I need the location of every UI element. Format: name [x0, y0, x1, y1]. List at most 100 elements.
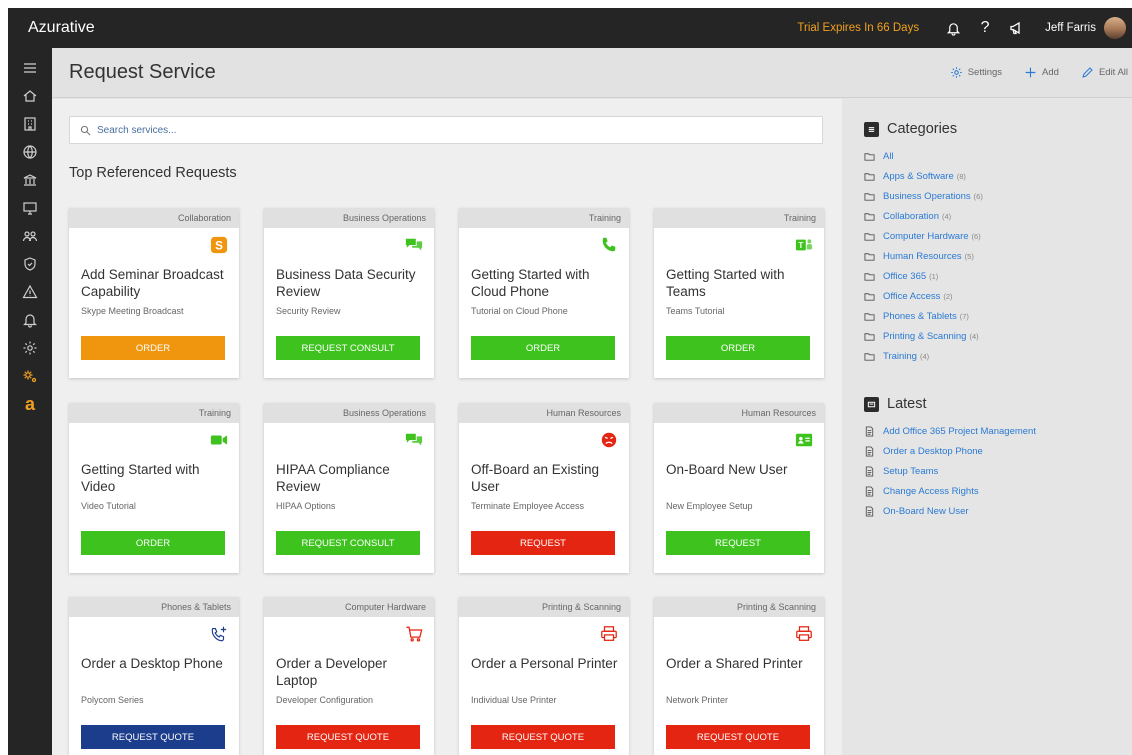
page-header: Request Service Settings Add Edit All — [52, 48, 1132, 98]
latest-list: Add Office 365 Project Management Order a… — [864, 421, 1036, 521]
category-item[interactable]: Human Resources (5) — [864, 246, 983, 266]
card-title[interactable]: Order a Personal Printer — [471, 655, 621, 672]
card-action-button[interactable]: REQUEST QUOTE — [471, 725, 615, 749]
category-count: (5) — [964, 251, 974, 261]
card-subtitle: Skype Meeting Broadcast — [81, 306, 184, 316]
card-action-button[interactable]: REQUEST CONSULT — [276, 336, 420, 360]
notification-bell-icon[interactable] — [8, 306, 52, 334]
monitor-icon[interactable] — [8, 194, 52, 222]
people-icon[interactable] — [8, 222, 52, 250]
left-nav: a — [8, 48, 52, 755]
edit-all-button[interactable]: Edit All — [1081, 66, 1128, 79]
card-title[interactable]: Getting Started with Cloud Phone — [471, 266, 621, 300]
service-card-add-seminar-broadcast-capability[interactable]: Collaboration S Add Seminar Broadcast Ca… — [69, 208, 239, 378]
category-label: Training — [883, 350, 917, 362]
latest-item[interactable]: Change Access Rights — [864, 481, 1036, 501]
help-icon[interactable]: ? — [969, 19, 1001, 37]
card-subtitle: Teams Tutorial — [666, 306, 725, 316]
megaphone-icon[interactable] — [1001, 20, 1033, 36]
card-title[interactable]: HIPAA Compliance Review — [276, 461, 426, 495]
shield-icon[interactable] — [8, 250, 52, 278]
card-action-button[interactable]: REQUEST QUOTE — [666, 725, 810, 749]
category-count: (6) — [973, 191, 983, 201]
category-count: (4) — [919, 351, 930, 361]
menu-icon[interactable] — [8, 54, 52, 82]
card-action-button[interactable]: REQUEST — [666, 531, 810, 555]
latest-item[interactable]: Order a Desktop Phone — [864, 441, 1036, 461]
latest-label: Order a Desktop Phone — [883, 445, 983, 457]
card-title[interactable]: Order a Desktop Phone — [81, 655, 231, 672]
card-action-button[interactable]: ORDER — [81, 336, 225, 360]
latest-item[interactable]: On-Board New User — [864, 501, 1036, 521]
category-item[interactable]: All — [864, 146, 983, 166]
category-item[interactable]: Collaboration (4) — [864, 206, 983, 226]
category-item[interactable]: Business Operations (6) — [864, 186, 983, 206]
warning-icon[interactable] — [8, 278, 52, 306]
service-card-hipaa-compliance-review[interactable]: Business Operations HIPAA Compliance Rev… — [264, 403, 434, 573]
card-title[interactable]: Order a Shared Printer — [666, 655, 816, 672]
category-item[interactable]: Printing & Scanning (4) — [864, 326, 983, 346]
settings-button[interactable]: Settings — [950, 66, 1002, 79]
bank-icon[interactable] — [8, 166, 52, 194]
service-card-business-data-security-review[interactable]: Business Operations Business Data Securi… — [264, 208, 434, 378]
category-label: Office 365 — [883, 270, 927, 282]
category-count: (4) — [969, 331, 979, 341]
card-title[interactable]: Order a Developer Laptop — [276, 655, 426, 689]
gears-icon[interactable] — [8, 362, 52, 390]
search-icon — [80, 125, 91, 135]
category-item[interactable]: Training (4) — [864, 346, 983, 366]
latest-heading: Latest — [864, 396, 1036, 412]
card-title[interactable]: On-Board New User — [666, 461, 816, 478]
card-action-button[interactable]: REQUEST QUOTE — [81, 725, 225, 749]
service-card-order-a-desktop-phone[interactable]: Phones & Tablets Order a Desktop Phone P… — [69, 597, 239, 755]
category-item[interactable]: Apps & Software (8) — [864, 166, 983, 186]
card-title[interactable]: Getting Started with Teams — [666, 266, 816, 300]
search-input[interactable] — [97, 124, 797, 136]
category-item[interactable]: Computer Hardware (6) — [864, 226, 983, 246]
add-button[interactable]: Add — [1024, 66, 1059, 79]
service-card-getting-started-with-video[interactable]: Training Getting Started with Video Vide… — [69, 403, 239, 573]
card-category: Training — [459, 208, 629, 228]
right-panel: Categories All Apps & Software (8) Business… — [842, 99, 1132, 755]
latest-item[interactable]: Add Office 365 Project Management — [864, 421, 1036, 441]
category-item[interactable]: Phones & Tablets (7) — [864, 306, 983, 326]
card-title[interactable]: Getting Started with Video — [81, 461, 231, 495]
service-card-getting-started-with-teams[interactable]: Training T Getting Started with Teams Te… — [654, 208, 824, 378]
card-action-button[interactable]: REQUEST — [471, 531, 615, 555]
service-card-order-a-developer-laptop[interactable]: Computer Hardware Order a Developer Lapt… — [264, 597, 434, 755]
top-bar: Azurative Trial Expires In 66 Days ? Jef… — [8, 8, 1132, 48]
trial-banner[interactable]: Trial Expires In 66 Days — [797, 22, 919, 34]
card-title[interactable]: Off-Board an Existing User — [471, 461, 621, 495]
home-icon[interactable] — [8, 82, 52, 110]
azurative-logo-icon[interactable]: a — [8, 390, 52, 418]
bell-icon[interactable] — [937, 21, 969, 36]
card-title[interactable]: Business Data Security Review — [276, 266, 426, 300]
latest-label: On-Board New User — [883, 505, 969, 517]
card-category: Training — [654, 208, 824, 228]
printer-icon — [599, 624, 619, 644]
latest-item[interactable]: Setup Teams — [864, 461, 1036, 481]
category-item[interactable]: Office 365 (1) — [864, 266, 983, 286]
globe-icon[interactable] — [8, 138, 52, 166]
search-bar[interactable] — [69, 116, 823, 144]
service-card-on-board-new-user[interactable]: Human Resources On-Board New User New Em… — [654, 403, 824, 573]
card-action-button[interactable]: ORDER — [81, 531, 225, 555]
service-card-off-board-an-existing-user[interactable]: Human Resources Off-Board an Existing Us… — [459, 403, 629, 573]
service-card-getting-started-with-cloud-phone[interactable]: Training Getting Started with Cloud Phon… — [459, 208, 629, 378]
card-action-button[interactable]: REQUEST QUOTE — [276, 725, 420, 749]
user-name[interactable]: Jeff Farris — [1045, 22, 1096, 34]
service-card-order-a-personal-printer[interactable]: Printing & Scanning Order a Personal Pri… — [459, 597, 629, 755]
service-card-order-a-shared-printer[interactable]: Printing & Scanning Order a Shared Print… — [654, 597, 824, 755]
category-item[interactable]: Office Access (2) — [864, 286, 983, 306]
category-label: Computer Hardware — [883, 230, 969, 242]
chat-bubbles-icon — [404, 430, 424, 450]
teams-icon: T — [794, 235, 814, 255]
card-action-button[interactable]: REQUEST CONSULT — [276, 531, 420, 555]
app-title: Azurative — [28, 19, 95, 36]
card-action-button[interactable]: ORDER — [666, 336, 810, 360]
building-icon[interactable] — [8, 110, 52, 138]
card-title[interactable]: Add Seminar Broadcast Capability — [81, 266, 231, 300]
avatar[interactable] — [1104, 17, 1126, 39]
gear-icon[interactable] — [8, 334, 52, 362]
card-action-button[interactable]: ORDER — [471, 336, 615, 360]
